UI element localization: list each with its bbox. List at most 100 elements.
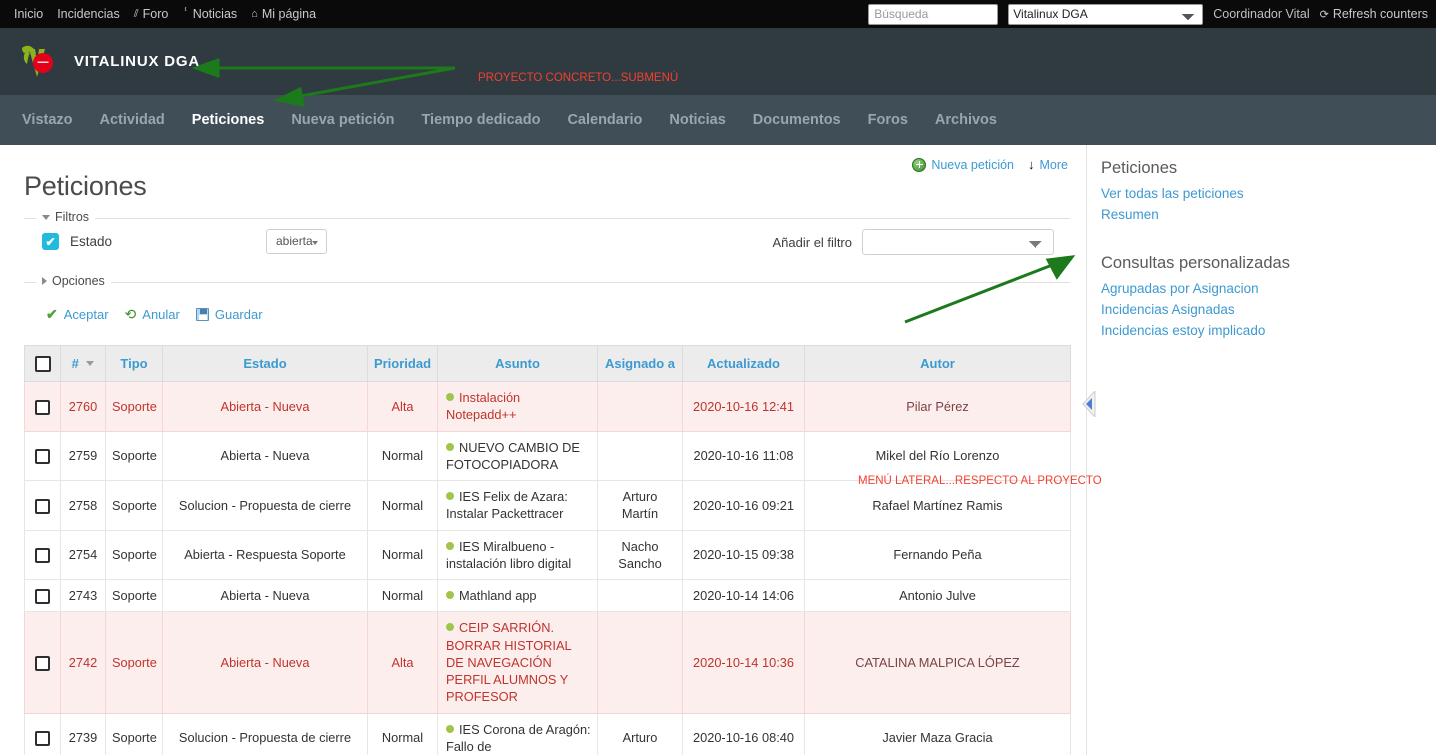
filter-estado-operator-value: abierta	[276, 234, 313, 248]
table-row[interactable]: 2758 Soporte Solucion - Propuesta de cierr…	[24, 480, 1071, 531]
tab-calendario[interactable]: Calendario	[567, 112, 642, 128]
cell-asunto[interactable]: CEIP SARRIÓN. BORRAR HISTORIAL DE NAVEGA…	[437, 611, 598, 714]
col-actualizado[interactable]: Actualizado	[682, 345, 805, 382]
new-issue-label: Nueva petición	[931, 157, 1015, 172]
row-select-cell[interactable]	[24, 430, 61, 482]
issues-table-body: 2760 Soporte Abierta - Nueva Alta Instalació…	[24, 381, 1071, 755]
cell-asunto[interactable]: IES Miralbueno - instalación libro digit…	[437, 529, 598, 581]
cell-tipo: Soporte	[105, 712, 163, 755]
cell-id: 2754	[60, 529, 106, 581]
cell-asunto[interactable]: IES Felix de Azara: Instalar Packettrace…	[437, 480, 598, 531]
save-icon	[195, 308, 209, 321]
clear-button[interactable]: ⟲ Anular	[125, 306, 180, 323]
new-issue-link[interactable]: Nueva petición	[912, 157, 1015, 172]
more-actions-link[interactable]: ↓ More	[1028, 157, 1068, 172]
tab-actividad[interactable]: Actividad	[100, 112, 165, 128]
tab-tiempo-dedicado[interactable]: Tiempo dedicado	[421, 112, 540, 128]
col-autor[interactable]: Autor	[804, 345, 1071, 382]
options-legend-toggle[interactable]: Opciones	[36, 274, 111, 288]
row-select-cell[interactable]	[24, 529, 61, 581]
refresh-counters-link[interactable]: ⟳ Refresh counters	[1320, 7, 1428, 21]
cell-id: 2760	[60, 381, 106, 432]
table-row[interactable]: 2760 Soporte Abierta - Nueva Alta Instalació…	[24, 381, 1071, 432]
global-nav-label: Foro	[142, 7, 169, 21]
row-checkbox[interactable]	[35, 449, 50, 465]
row-checkbox[interactable]	[35, 589, 50, 605]
col-prioridad[interactable]: Prioridad	[367, 345, 438, 382]
cell-asunto-text: Instalación Notepadd++	[446, 390, 521, 423]
global-nav-inicio[interactable]: Inicio	[14, 7, 43, 21]
search-input[interactable]	[868, 3, 999, 25]
table-row[interactable]: 2742 Soporte Abierta - Nueva Alta CEIP SARRI…	[24, 611, 1071, 714]
table-row[interactable]: 2754 Soporte Abierta - Respuesta Soporte No…	[24, 529, 1071, 581]
cell-asunto[interactable]: Instalación Notepadd++	[437, 381, 598, 432]
col-select-all[interactable]	[24, 345, 61, 382]
table-row[interactable]: 2739 Soporte Solucion - Propuesta de cierr…	[24, 712, 1071, 755]
col-asignado-a[interactable]: Asignado a	[597, 345, 683, 382]
col-estado[interactable]: Estado	[162, 345, 368, 382]
row-checkbox[interactable]	[35, 548, 50, 564]
annotation-project-submenu: PROYECTO CONCRETO...SUBMENÚ	[478, 72, 679, 84]
sidebar-link-resumen[interactable]: Resumen	[1101, 205, 1436, 226]
sidebar-collapse-handle[interactable]	[1082, 391, 1096, 417]
row-checkbox[interactable]	[35, 399, 50, 415]
tab-archivos[interactable]: Archivos	[935, 112, 997, 128]
cell-asunto[interactable]: Mathland app	[437, 579, 598, 613]
global-nav-foro[interactable]: ⫽ Foro	[134, 7, 169, 21]
cell-asunto-text: IES Miralbueno - instalación libro digit…	[446, 538, 572, 571]
sidebar-query-link-incidencias-estoy-implicado[interactable]: Incidencias estoy implicado	[1101, 321, 1436, 342]
project-select[interactable]: Vitalinux DGA	[1008, 3, 1204, 25]
cell-asunto[interactable]: IES Corona de Aragón: Fallo de	[437, 712, 598, 755]
sort-descending-icon	[86, 361, 95, 366]
sidebar-query-link-incidencias-asignadas[interactable]: Incidencias Asignadas	[1101, 300, 1436, 321]
sidebar-link-ver-todas-las-peticiones[interactable]: Ver todas las peticiones	[1101, 184, 1436, 205]
cell-tipo: Soporte	[105, 480, 163, 531]
cell-estado: Abierta - Nueva	[162, 579, 368, 613]
row-select-cell[interactable]	[24, 381, 61, 432]
cell-asunto-text: IES Felix de Azara: Instalar Packettrace…	[446, 489, 568, 522]
global-nav-label: Incidencias	[57, 7, 120, 21]
filter-estado-checkbox[interactable]: ✔	[42, 233, 59, 250]
table-row[interactable]: 2759 Soporte Abierta - Nueva Normal NUEVO CA…	[24, 430, 1071, 482]
filter-estado-operator[interactable]: abierta	[266, 229, 327, 254]
tab-noticias[interactable]: Noticias	[669, 112, 725, 128]
col-tipo[interactable]: Tipo	[105, 345, 163, 382]
row-select-cell[interactable]	[24, 579, 61, 613]
save-button[interactable]: Guardar	[195, 307, 263, 322]
cell-asignado-a	[597, 611, 683, 714]
tab-documentos[interactable]: Documentos	[753, 112, 841, 128]
col-id[interactable]: #	[60, 345, 106, 382]
cell-asunto[interactable]: NUEVO CAMBIO DE FOTOCOPIADORA	[437, 430, 598, 482]
sidebar-query-link-agrupadas-por-asignacion[interactable]: Agrupadas por Asignacion	[1101, 279, 1436, 300]
table-row[interactable]: 2743 Soporte Abierta - Nueva Normal Mathland…	[24, 579, 1071, 613]
content-action-bar: Nueva petición ↓ More	[912, 157, 1068, 172]
tab-nueva-petici-n[interactable]: Nueva petición	[291, 112, 394, 128]
cell-prioridad: Normal	[367, 480, 438, 531]
col-asunto[interactable]: Asunto	[437, 345, 598, 382]
reload-icon: ⟲	[124, 306, 137, 322]
row-checkbox[interactable]	[35, 731, 50, 747]
cell-autor: Pilar Pérez	[804, 381, 1071, 432]
cell-asignado-a	[597, 381, 683, 432]
row-checkbox[interactable]	[35, 498, 50, 514]
tab-peticiones[interactable]: Peticiones	[192, 112, 265, 128]
row-checkbox[interactable]	[35, 656, 50, 672]
row-select-cell[interactable]	[24, 480, 61, 531]
row-select-cell[interactable]	[24, 611, 61, 714]
cell-actualizado: 2020-10-14 10:36	[682, 611, 805, 714]
tab-foros[interactable]: Foros	[868, 112, 908, 128]
global-nav-mi-p-gina[interactable]: ⌂ Mi página	[251, 7, 316, 21]
add-filter-select[interactable]	[862, 229, 1054, 255]
apply-button[interactable]: ✔ Aceptar	[46, 306, 109, 323]
cell-tipo: Soporte	[105, 611, 163, 714]
cell-autor: Antonio Julve	[804, 579, 1071, 613]
cell-actualizado: 2020-10-16 08:40	[682, 712, 805, 755]
global-nav-noticias[interactable]: ⸯ Noticias	[182, 7, 237, 22]
cell-estado: Solucion - Propuesta de cierre	[162, 712, 368, 755]
tab-vistazo[interactable]: Vistazo	[22, 112, 73, 128]
row-select-cell[interactable]	[24, 712, 61, 755]
global-nav-incidencias[interactable]: Incidencias	[57, 7, 120, 21]
filters-fieldset: Filtros ✔ Estado abierta Añadir el filtr…	[24, 210, 1070, 260]
cell-asunto-text: IES Corona de Aragón: Fallo de	[446, 721, 591, 754]
select-all-checkbox[interactable]	[34, 355, 51, 372]
